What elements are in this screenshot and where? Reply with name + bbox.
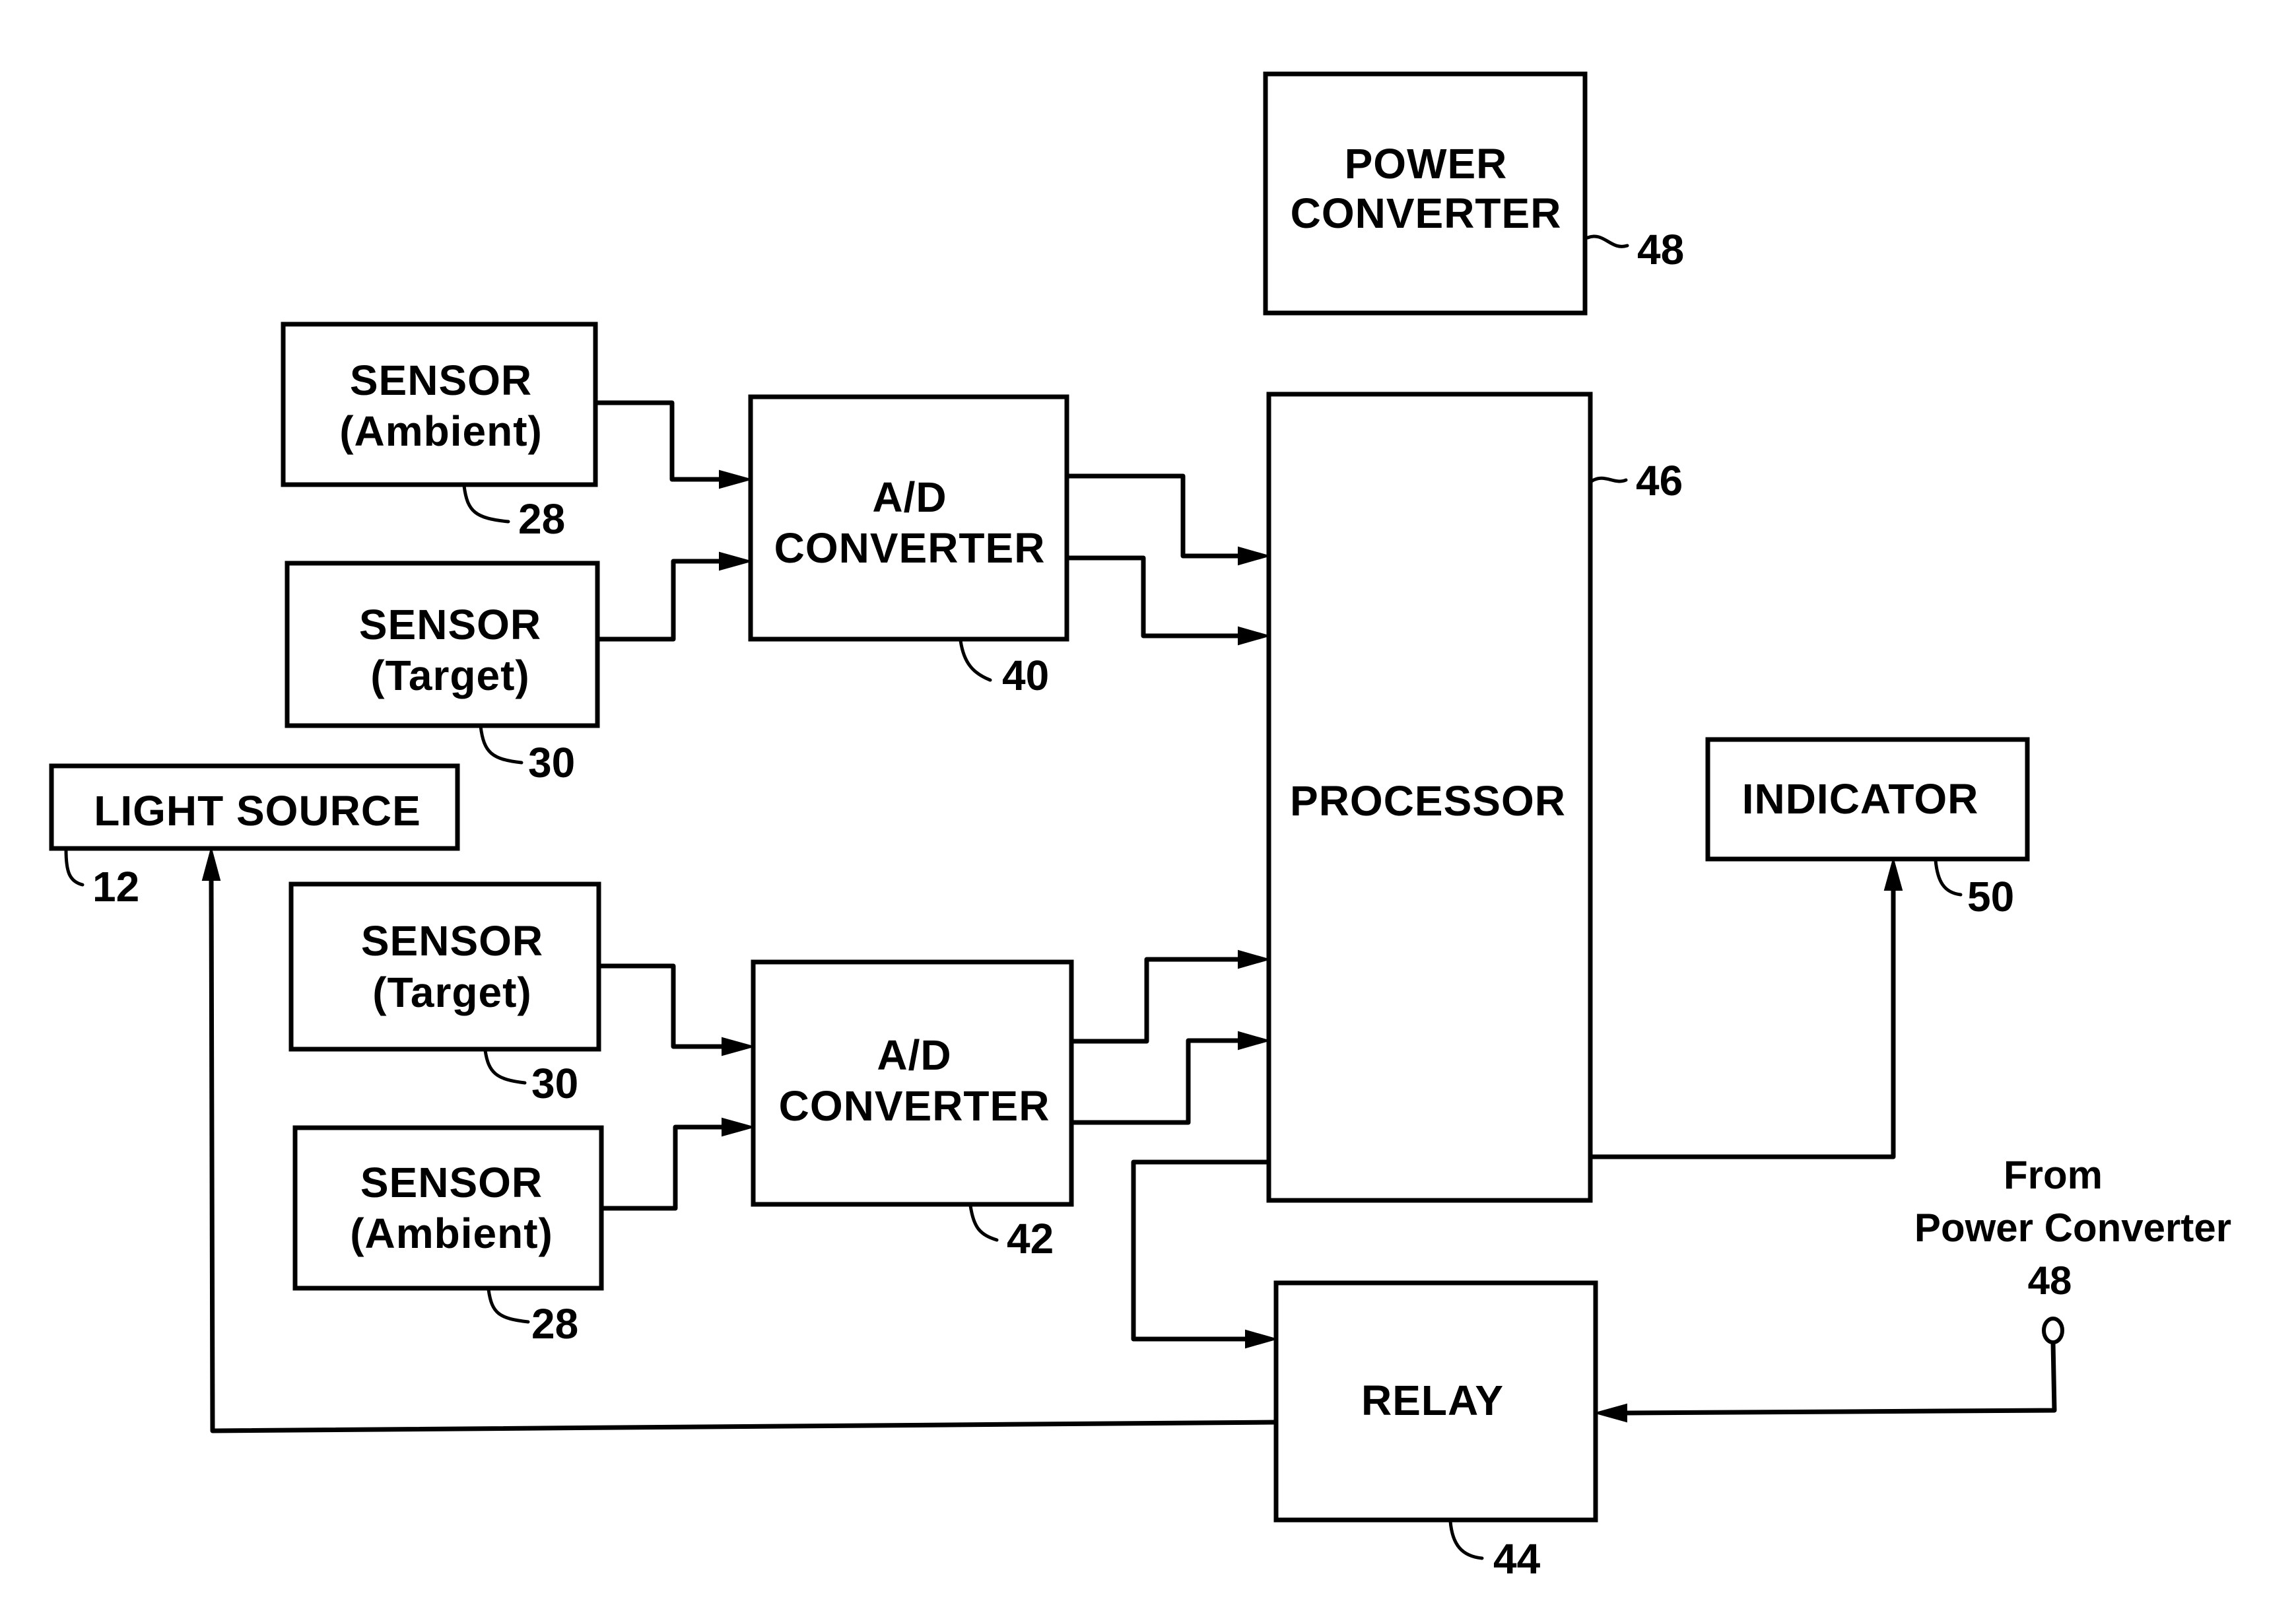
ad-converter-block-upper: A/D CONVERTER 40 [748,394,1069,699]
wire-sensor-ambient-1-to-ad1 [595,400,720,482]
wire-ad1-to-processor-2 [1067,555,1238,638]
relay-block: RELAY 44 [1273,1280,1598,1583]
sensor-target-block-upper: SENSOR (Target) 30 [285,561,600,786]
arrow-head-icon [1245,1329,1279,1349]
sensor-label: SENSOR [361,917,543,965]
ref-leader [462,484,510,524]
wire-ad2-to-processor-1 [1071,957,1238,1044]
converter-label: CONVERTER [774,524,1046,572]
ref-leader [1934,858,1963,897]
wire-processor-to-indicator [1590,890,1896,1159]
arrow-head-icon [1238,626,1271,646]
sensor-label: SENSOR [359,601,541,648]
wire-power-input-to-relay [1626,1342,2057,1416]
wire-sensor-target-1-to-ad1 [597,559,720,642]
power-input-terminal: From Power Converter 48 [1914,1153,2231,1344]
arrow-head-icon [719,551,753,571]
ref-number-30: 30 [528,739,575,786]
sensor-label: SENSOR [350,357,532,404]
wire-ad1-to-processor-1 [1067,473,1238,559]
ref-number-28: 28 [518,495,565,543]
arrow-head-icon [1883,856,1903,891]
power-converter-ref-number: 48 [2028,1258,2072,1303]
ref-number-42: 42 [1007,1215,1054,1262]
light-source-label: LIGHT SOURCE [94,787,421,835]
terminal-circle-icon [2042,1317,2064,1344]
ref-number-48: 48 [1637,226,1684,273]
ref-leader [479,724,523,765]
sensor-ambient-block-upper: SENSOR (Ambient) 28 [281,322,598,543]
sensor-type-label: (Target) [370,652,529,699]
sensor-label: SENSOR [360,1159,543,1206]
ref-number-28: 28 [531,1300,578,1348]
ref-number-12: 12 [92,863,139,911]
arrow-head-icon [719,469,753,489]
sensor-ambient-block-lower: SENSOR (Ambient) 28 [292,1125,604,1348]
arrow-head-icon [1238,949,1271,969]
ref-number-46: 46 [1636,457,1683,504]
ad-label: A/D [872,473,947,521]
processor-block: PROCESSOR 46 [1266,392,1683,1203]
ref-leader [1588,476,1628,484]
wire-ad2-to-processor-2 [1071,1038,1238,1125]
wire-sensor-ambient-2-to-ad2 [601,1124,722,1211]
ref-leader [487,1288,530,1324]
ref-number-50: 50 [1967,873,2014,920]
converter-label: CONVERTER [779,1082,1050,1130]
indicator-label: INDICATOR [1742,775,1979,823]
arrow-head-icon [1593,1403,1627,1423]
ref-leader [1586,234,1629,248]
arrow-head-icon [201,846,221,881]
arrow-head-icon [722,1037,756,1056]
ref-leader [483,1049,527,1085]
from-label: From [2004,1153,2103,1197]
wire-processor-to-relay [1131,1159,1269,1342]
arrow-head-icon [722,1117,756,1137]
indicator-block: INDICATOR 50 [1705,737,2030,920]
sensor-target-block-lower: SENSOR (Target) 30 [288,881,601,1107]
sensor-type-label: (Target) [372,969,531,1016]
ref-number-30: 30 [531,1060,578,1107]
ref-number-44: 44 [1493,1535,1541,1583]
power-converter-label-line1: POWER [1345,140,1508,188]
power-converter-block: POWER CONVERTER 48 [1263,71,1684,316]
processor-label: PROCESSOR [1290,777,1566,825]
power-converter-label-line2: CONVERTER [1291,189,1562,237]
ref-leader [959,638,992,682]
relay-label: RELAY [1361,1377,1504,1424]
ad-converter-block-lower: A/D CONVERTER 42 [751,959,1074,1262]
block-diagram: POWER CONVERTER 48 SENSOR (Ambient) 28 S… [49,71,2231,1583]
wire-sensor-target-2-to-ad2 [599,963,722,1049]
ad-label: A/D [877,1031,951,1079]
sensor-type-label: (Ambient) [350,1210,553,1257]
ref-leader [64,848,84,887]
arrow-head-icon [1238,1031,1271,1050]
arrow-head-icon [1238,546,1271,566]
ref-number-40: 40 [1002,652,1049,699]
ref-leader [968,1204,999,1242]
power-converter-source-label: Power Converter [1914,1206,2231,1250]
sensor-type-label: (Ambient) [339,407,543,455]
ref-leader [1448,1519,1484,1560]
